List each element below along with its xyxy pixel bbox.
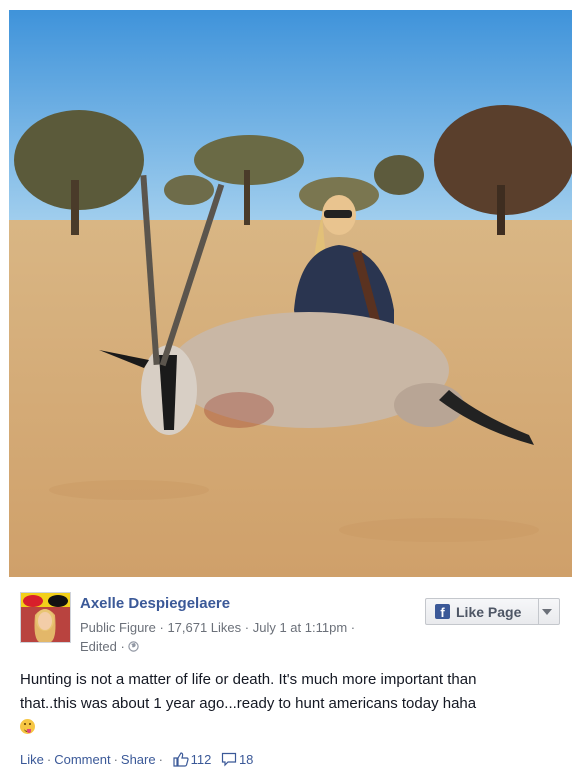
thumbs-up-icon (172, 752, 189, 767)
share-link[interactable]: Share (121, 752, 156, 767)
chevron-down-icon[interactable] (542, 609, 552, 615)
page-likes[interactable]: 17,671 Likes (167, 620, 241, 635)
post-text-line-1: Hunting is not a matter of life or death… (20, 671, 477, 688)
author-name[interactable]: Axelle Despiegelaere (80, 595, 230, 612)
avatar[interactable] (20, 592, 71, 643)
post-actions: Like · Comment · Share · 112 18 (20, 752, 254, 767)
comment-link[interactable]: Comment (54, 752, 110, 767)
post-text: Hunting is not a matter of life or death… (20, 668, 568, 740)
facebook-logo-icon: f (435, 604, 450, 620)
page-category: Public Figure (80, 620, 156, 635)
hunting-photo-image (9, 10, 572, 577)
comment-count[interactable]: 18 (239, 752, 253, 767)
post-timestamp[interactable]: July 1 at 1:11pm (253, 620, 347, 635)
profile-picture-image (21, 593, 70, 642)
like-link[interactable]: Like (20, 752, 44, 767)
tongue-out-emoji-icon (20, 719, 35, 734)
comment-bubble-icon (221, 752, 237, 767)
post-text-line-2: that..this was about 1 year ago...ready … (20, 695, 477, 712)
globe-icon[interactable] (128, 641, 140, 652)
like-count[interactable]: 112 (191, 752, 212, 767)
like-page-button[interactable]: f Like Page (425, 598, 560, 625)
post-header: Axelle Despiegelaere Public Figure · 17,… (20, 592, 565, 658)
divider (538, 599, 539, 624)
like-page-label: Like Page (456, 604, 522, 620)
edited-label[interactable]: Edited (80, 639, 117, 654)
post-photo[interactable] (9, 10, 572, 577)
post-meta: Public Figure · 17,671 Likes · July 1 at… (80, 620, 356, 654)
